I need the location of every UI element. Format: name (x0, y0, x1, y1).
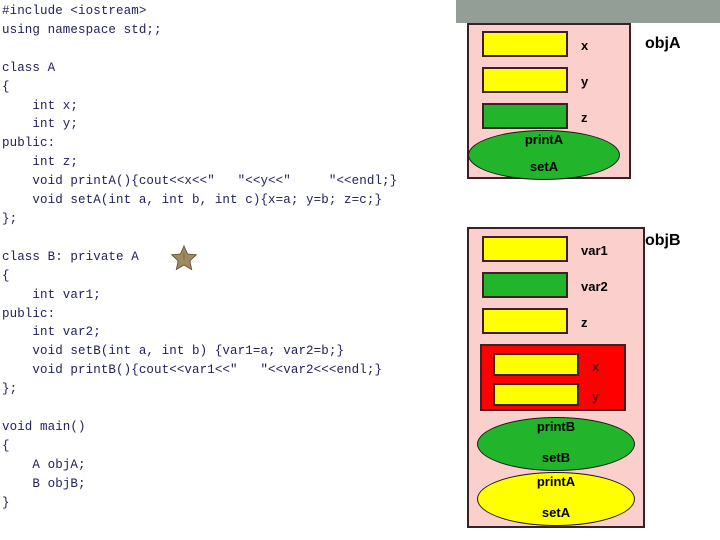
cpp-source-code: #include <iostream> using namespace std;… (2, 4, 398, 510)
objA-method-setA-label: setA (529, 159, 559, 174)
objB-method-printA-label: printA (536, 474, 576, 489)
objA-diagram-box: x y z printA setA (467, 23, 631, 180)
objA-member-y-label: y (581, 74, 589, 89)
top-decorative-bar (456, 0, 720, 23)
objB-inaccessible-group: x y (480, 344, 626, 411)
objB-member-var2-slot (482, 272, 568, 298)
objA-member-x-label: x (581, 38, 589, 53)
objA-caption: objA (645, 35, 681, 52)
objB-member-var1-slot (482, 236, 568, 262)
objB-inherited-y-label: y (592, 389, 600, 404)
objA-member-y-slot (482, 67, 568, 93)
objB-methods-B-ellipse: printB setB (477, 417, 635, 471)
objB-member-var1-label: var1 (581, 243, 608, 258)
objB-member-z-label: z (581, 315, 588, 330)
objB-diagram-box: var1 var2 z x y printB setB printA setA (467, 227, 645, 528)
objB-inherited-x-label: x (592, 359, 600, 374)
objA-member-z-slot (482, 103, 568, 129)
objB-inherited-y-slot (493, 383, 579, 406)
objB-methods-A-ellipse: printA setA (477, 472, 635, 526)
objB-caption: objB (645, 232, 681, 249)
objB-inherited-x-slot (493, 353, 579, 376)
code-pane: #include <iostream> using namespace std;… (0, 0, 456, 540)
objA-member-x-slot (482, 31, 568, 57)
objB-method-printB-label: printB (536, 419, 576, 434)
objB-member-z-slot (482, 308, 568, 334)
objB-member-var2-label: var2 (581, 279, 608, 294)
objA-methods-ellipse: printA setA (468, 130, 620, 180)
objB-method-setB-label: setB (541, 450, 571, 465)
objB-method-setA-label: setA (541, 505, 571, 520)
objA-method-printA-label: printA (524, 132, 564, 147)
objA-member-z-label: z (581, 110, 588, 125)
star-icon (170, 244, 198, 272)
